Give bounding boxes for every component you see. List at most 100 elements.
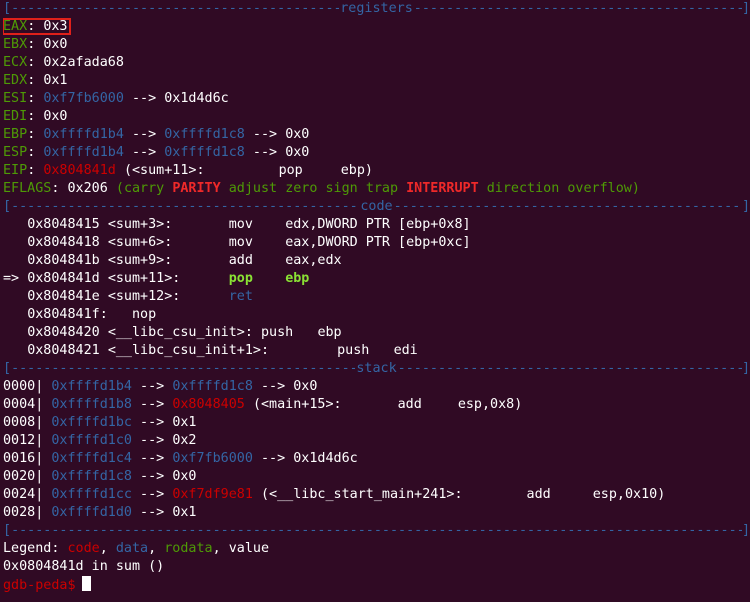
stack-panel: 0000| 0xffffd1b4 --> 0xffffd1c8 --> 0x0 0… [3,378,750,522]
stack-address: 0xffffd1cc [51,487,132,502]
stack-mnemonic: add [397,397,422,412]
code-operand: eax,DWORD PTR [ebp+0xc] [285,235,471,250]
code-symbol: <sum+12>: [107,289,181,304]
stack-row: 0000| 0xffffd1b4 --> 0xffffd1c8 --> 0x0 [3,379,318,394]
stack-offset: 0012| [3,433,44,448]
stack-operand: esp,0x10) [592,487,666,502]
register-name: ECX [3,55,28,70]
register-value: 0xf7fb6000 [43,91,124,106]
code-line: 0x8048415 <sum+3>: mov edx,DWORD PTR [eb… [3,216,750,234]
code-operand: edi [393,343,418,358]
code-operand: ebp [317,325,342,340]
register-deref: 0x0 [285,127,310,142]
terminal-window[interactable]: [---------------------------------------… [0,0,750,602]
stack-address: 0xffffd1bc [51,415,132,430]
register-edi: EDI: 0x0 [3,109,68,124]
register-ecx: ECX: 0x2afada68 [3,55,124,70]
register-deref: 0xffffd1c8 [164,145,245,160]
prompt-line[interactable]: gdb-peda$ [3,576,750,594]
eflag-overflow: overflow [567,181,632,196]
stack-value: 0x8048405 [172,397,245,412]
code-line: 0x8048418 <sum+6>: mov eax,DWORD PTR [eb… [3,234,750,252]
separator-stack: [---------------------------------------… [3,361,750,376]
separator-bottom: [---------------------------------------… [3,523,750,538]
eflag-adjust: adjust [228,181,278,196]
stack-offset: 0024| [3,487,44,502]
legend-value: value [228,541,270,556]
status-line: 0x0804841d in sum () [3,559,165,574]
code-line: 0x804841f: nop [3,306,750,324]
register-value: 0x804841d [43,163,116,178]
stack-address: 0xffffd1d0 [51,505,132,520]
legend-code: code [67,541,100,556]
code-line-current: => 0x804841d <sum+11>: pop ebp [3,270,750,288]
stack-deref: 0x0 [293,379,318,394]
code-symbol: <__libc_csu_init+1>: [107,343,270,358]
register-deref: 0x0 [285,145,310,160]
register-operand: ebp) [340,163,373,178]
stack-address: 0xffffd1b8 [51,397,132,412]
register-value: 0xffffd1b4 [43,145,124,160]
code-address: 0x804841e [27,289,100,304]
stack-value: 0x0 [172,469,197,484]
code-operand: edx,DWORD PTR [ebp+0x8] [285,217,471,232]
code-address: 0x8048418 [27,235,100,250]
current-instruction-arrow: => [3,271,20,286]
stack-address: 0xffffd1c8 [51,469,132,484]
register-name: EDX [3,73,28,88]
legend-line: Legend: code, data, rodata, value [3,541,270,556]
stack-row: 0012| 0xffffd1c0 --> 0x2 [3,433,197,448]
code-panel: 0x8048415 <sum+3>: mov edx,DWORD PTR [eb… [3,216,750,360]
code-mnemonic: push [337,343,370,358]
register-value: 0x2afada68 [43,55,124,70]
cursor-icon[interactable] [81,576,91,591]
code-mnemonic: push [261,325,294,340]
code-address: 0x804841b [27,253,100,268]
stack-offset: 0028| [3,505,44,520]
register-name: EBX [3,37,28,52]
stack-mnemonic: add [526,487,551,502]
eflag-trap: trap [365,181,399,196]
stack-value: 0x2 [172,433,197,448]
eflag-zero: zero [285,181,318,196]
stack-address: 0xffffd1b4 [51,379,132,394]
separator-registers: [---------------------------------------… [3,1,750,16]
code-line: 0x804841e <sum+12>: ret [3,288,750,306]
register-name: EIP [3,163,28,178]
stack-row: 0024| 0xffffd1cc --> 0xf7df9e81 (<__libc… [3,487,666,502]
code-address: 0x8048415 [27,217,100,232]
register-esi: ESI: 0xf7fb6000 --> 0x1d4d6c [3,91,229,106]
stack-offset: 0016| [3,451,44,466]
stack-value: 0xffffd1c8 [172,379,253,394]
register-eip: EIP: 0x804841d (<sum+11>: pop ebp) [3,163,373,178]
stack-row: 0008| 0xffffd1bc --> 0x1 [3,415,197,430]
register-name: EAX [3,19,28,34]
eflag-direction: direction [486,181,560,196]
code-mnemonic: nop [132,307,157,322]
stack-deref: 0x1d4d6c [293,451,358,466]
eflag-sign: sign [325,181,358,196]
register-name: ESP [3,145,28,160]
eflags-value: 0x206 [67,181,108,196]
legend-rodata: rodata [164,541,213,556]
stack-address: 0xffffd1c4 [51,451,132,466]
stack-offset: 0020| [3,469,44,484]
gdb-prompt: gdb-peda$ [3,578,76,593]
register-value: 0x0 [43,109,68,124]
code-address: 0x804841d [27,271,100,286]
separator-code: [---------------------------------------… [3,199,750,214]
code-operand: ebp [285,271,310,286]
stack-row: 0004| 0xffffd1b8 --> 0x8048405 (<main+15… [3,397,523,412]
register-deref: 0xffffd1c8 [164,127,245,142]
code-mnemonic: add [228,253,253,268]
code-mnemonic: mov [228,235,253,250]
eflags-paren: ) [631,181,640,196]
code-symbol: <sum+6>: [107,235,173,250]
code-symbol: <sum+11>: [107,271,181,286]
register-name: ESI [3,91,28,106]
code-address: 0x804841f: [27,307,108,322]
register-mnemonic: pop [278,163,303,178]
register-value: 0x3 [43,19,68,34]
code-line: 0x8048421 <__libc_csu_init+1>: push edi [3,342,750,360]
register-value: 0xffffd1b4 [43,127,124,142]
